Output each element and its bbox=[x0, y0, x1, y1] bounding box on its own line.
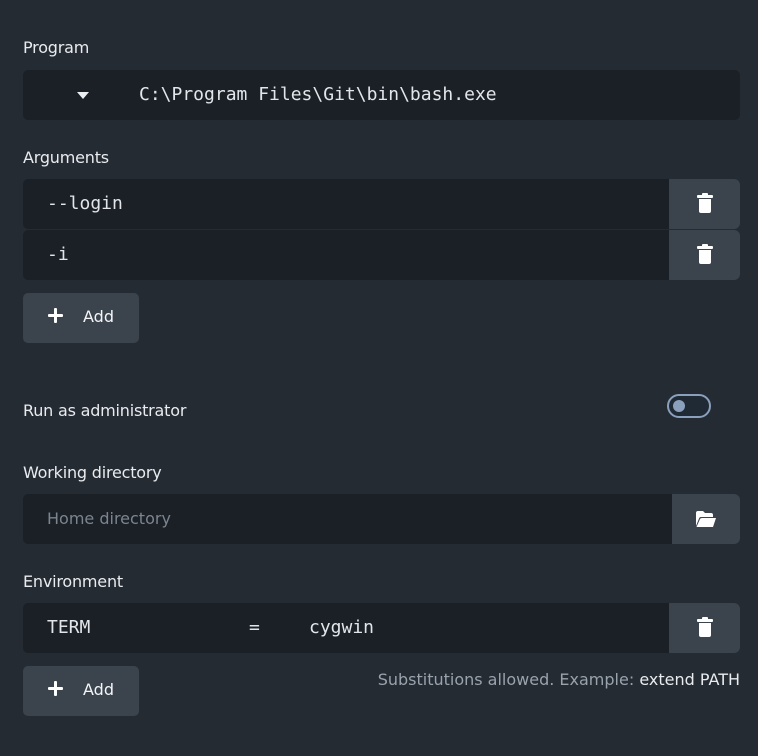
add-argument-button[interactable]: Add bbox=[23, 293, 139, 343]
hint-text: Substitutions allowed. Example: bbox=[377, 670, 635, 689]
program-label: Program bbox=[23, 38, 90, 57]
add-argument-label: Add bbox=[83, 307, 114, 326]
argument-row: --login bbox=[23, 179, 740, 229]
env-key: TERM bbox=[47, 617, 91, 638]
trash-icon bbox=[696, 193, 713, 214]
env-value: cygwin bbox=[309, 617, 375, 638]
argument-input[interactable]: --login bbox=[23, 179, 669, 229]
add-env-button[interactable]: Add bbox=[23, 666, 139, 716]
working-directory-placeholder: Home directory bbox=[47, 509, 171, 528]
program-value: C:\Program Files\Git\bin\bash.exe bbox=[139, 84, 497, 105]
working-directory-label: Working directory bbox=[23, 463, 162, 482]
toggle-knob bbox=[673, 400, 685, 412]
program-select[interactable]: C:\Program Files\Git\bin\bash.exe bbox=[23, 70, 740, 120]
chevron-down-icon bbox=[77, 92, 89, 99]
environment-label: Environment bbox=[23, 572, 123, 591]
delete-argument-button[interactable] bbox=[669, 179, 740, 229]
trash-icon bbox=[696, 244, 713, 265]
run-as-admin-toggle[interactable] bbox=[667, 394, 711, 418]
profile-settings-panel: Program C:\Program Files\Git\bin\bash.ex… bbox=[0, 0, 758, 756]
extend-path-link[interactable]: extend PATH bbox=[639, 670, 740, 689]
plus-icon bbox=[48, 308, 63, 323]
argument-input[interactable]: -i bbox=[23, 230, 669, 280]
env-equals: = bbox=[249, 617, 260, 638]
trash-icon bbox=[696, 617, 713, 638]
browse-directory-button[interactable] bbox=[672, 494, 740, 544]
folder-open-icon bbox=[696, 511, 716, 527]
add-env-label: Add bbox=[83, 680, 114, 699]
argument-row: -i bbox=[23, 230, 740, 280]
argument-value: --login bbox=[47, 193, 123, 214]
environment-entry[interactable]: TERM = cygwin bbox=[23, 603, 669, 653]
working-directory-field: Home directory bbox=[23, 494, 740, 544]
arguments-label: Arguments bbox=[23, 148, 109, 167]
argument-value: -i bbox=[47, 244, 69, 265]
working-directory-input[interactable]: Home directory bbox=[23, 494, 672, 544]
delete-argument-button[interactable] bbox=[669, 230, 740, 280]
delete-env-button[interactable] bbox=[669, 603, 740, 653]
plus-icon bbox=[48, 681, 63, 696]
environment-row: TERM = cygwin bbox=[23, 603, 740, 653]
run-as-admin-label: Run as administrator bbox=[23, 401, 187, 420]
substitutions-hint: Substitutions allowed. Example: extend P… bbox=[378, 670, 740, 689]
